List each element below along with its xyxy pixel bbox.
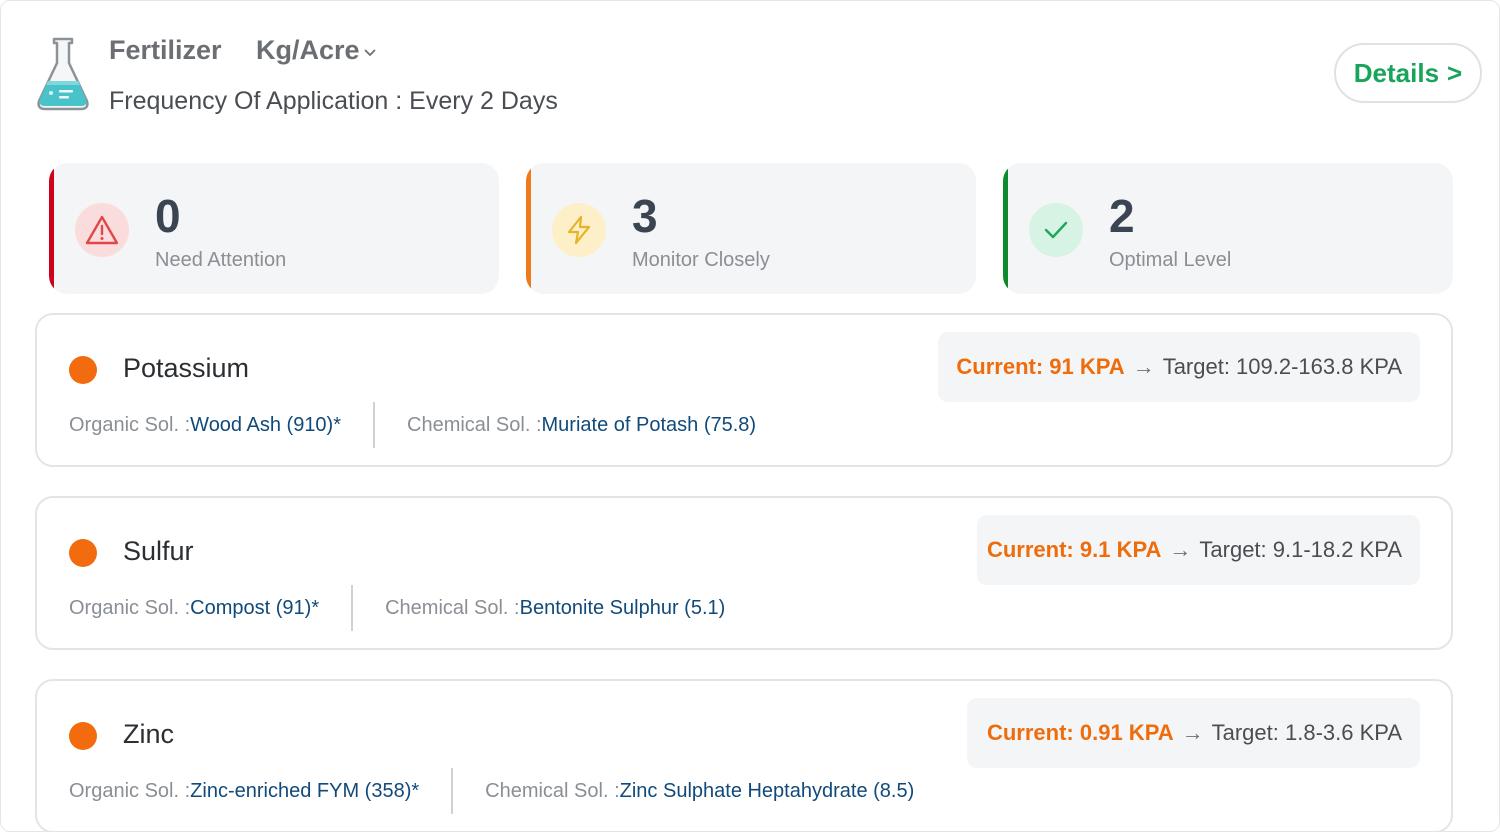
status-dot	[69, 722, 97, 750]
current-level: Current: 9.1 KPA	[986, 537, 1162, 562]
stat-label: Monitor Closely	[632, 249, 770, 271]
organic-label: Organic Sol. :	[69, 779, 191, 802]
level-badge: Current: 91 KPA → Target: 109.2-163.8 KP…	[938, 332, 1420, 402]
flask-icon	[37, 37, 89, 111]
organic-label: Organic Sol. :	[69, 413, 191, 436]
chemical-label: Chemical Sol. :	[407, 413, 542, 436]
status-dot	[69, 356, 97, 384]
solutions-row: Organic Sol. : Compost (91)* Chemical So…	[69, 585, 725, 631]
stat-card-need-attention: 0 Need Attention	[49, 163, 499, 294]
chemical-solution-link[interactable]: Bentonite Sulphur (5.1)	[520, 597, 726, 620]
stat-accent-bar	[49, 163, 54, 294]
arrow-right-icon: →	[1132, 354, 1155, 379]
target-level: Target: 109.2-163.8 KPA	[1162, 354, 1402, 379]
stat-card-monitor-closely: 3 Monitor Closely	[526, 163, 976, 294]
divider	[451, 768, 454, 814]
nutrient-name: Potassium	[123, 353, 250, 383]
solutions-row: Organic Sol. : Wood Ash (910)* Chemical …	[69, 402, 756, 448]
details-button[interactable]: Details >	[1334, 43, 1482, 103]
fertilizer-panel: Fertilizer Kg/Acre Frequency Of Applicat…	[0, 0, 1500, 832]
chemical-label: Chemical Sol. :	[385, 596, 520, 619]
arrow-right-icon: →	[1181, 720, 1204, 745]
details-button-label: Details	[1353, 57, 1440, 88]
target-level: Target: 1.8-3.6 KPA	[1211, 720, 1402, 745]
organic-label: Organic Sol. :	[69, 596, 191, 619]
stat-accent-bar	[1003, 163, 1008, 294]
frequency-label: Frequency Of Application :	[109, 87, 410, 115]
chemical-solution-link[interactable]: Zinc Sulphate Heptahydrate (8.5)	[620, 780, 915, 803]
chemical-solution-link[interactable]: Muriate of Potash (75.8)	[542, 414, 757, 437]
stat-card-optimal-level: 2 Optimal Level	[1003, 163, 1453, 294]
nutrient-name: Sulfur	[123, 536, 194, 566]
current-level: Current: 0.91 KPA	[986, 720, 1174, 745]
level-badge: Current: 9.1 KPA → Target: 9.1-18.2 KPA	[977, 515, 1420, 585]
page-title: Fertilizer	[109, 35, 222, 65]
lightning-icon	[552, 203, 606, 257]
stat-label: Optimal Level	[1109, 249, 1232, 271]
stat-count: 2	[1109, 190, 1135, 242]
chemical-label: Chemical Sol. :	[485, 779, 620, 802]
target-level: Target: 9.1-18.2 KPA	[1199, 537, 1402, 562]
status-dot	[69, 539, 97, 567]
current-level: Current: 91 KPA	[956, 354, 1125, 379]
solutions-row: Organic Sol. : Zinc-enriched FYM (358)* …	[69, 768, 914, 814]
nutrient-card-sulfur[interactable]: Sulfur Organic Sol. : Compost (91)* Chem…	[35, 496, 1453, 650]
organic-solution-link[interactable]: Wood Ash (910)*	[190, 414, 341, 437]
checkmark-icon	[1029, 203, 1083, 257]
chevron-down-icon	[364, 49, 375, 56]
stat-label: Need Attention	[155, 249, 287, 271]
organic-solution-link[interactable]: Zinc-enriched FYM (358)*	[190, 780, 419, 803]
stat-count: 0	[155, 190, 181, 242]
unit-dropdown[interactable]: Kg/Acre	[256, 35, 376, 66]
stat-count: 3	[632, 190, 658, 242]
arrow-right-icon: →	[1169, 537, 1192, 562]
unit-selected-value: Kg/Acre	[256, 35, 360, 65]
stat-accent-bar	[526, 163, 531, 294]
divider	[351, 585, 354, 631]
level-badge: Current: 0.91 KPA → Target: 1.8-3.6 KPA	[967, 698, 1420, 768]
nutrient-card-zinc[interactable]: Zinc Organic Sol. : Zinc-enriched FYM (3…	[35, 679, 1453, 832]
frequency-text: Frequency Of Application : Every 2 Days	[109, 87, 558, 116]
nutrient-card-potassium[interactable]: Potassium Organic Sol. : Wood Ash (910)*…	[35, 313, 1453, 467]
chevron-right-icon: >	[1447, 57, 1463, 88]
organic-solution-link[interactable]: Compost (91)*	[190, 597, 319, 620]
nutrient-name: Zinc	[123, 719, 175, 749]
frequency-value: Every 2 Days	[409, 87, 558, 115]
warning-triangle-icon	[75, 203, 129, 257]
divider	[373, 402, 376, 448]
